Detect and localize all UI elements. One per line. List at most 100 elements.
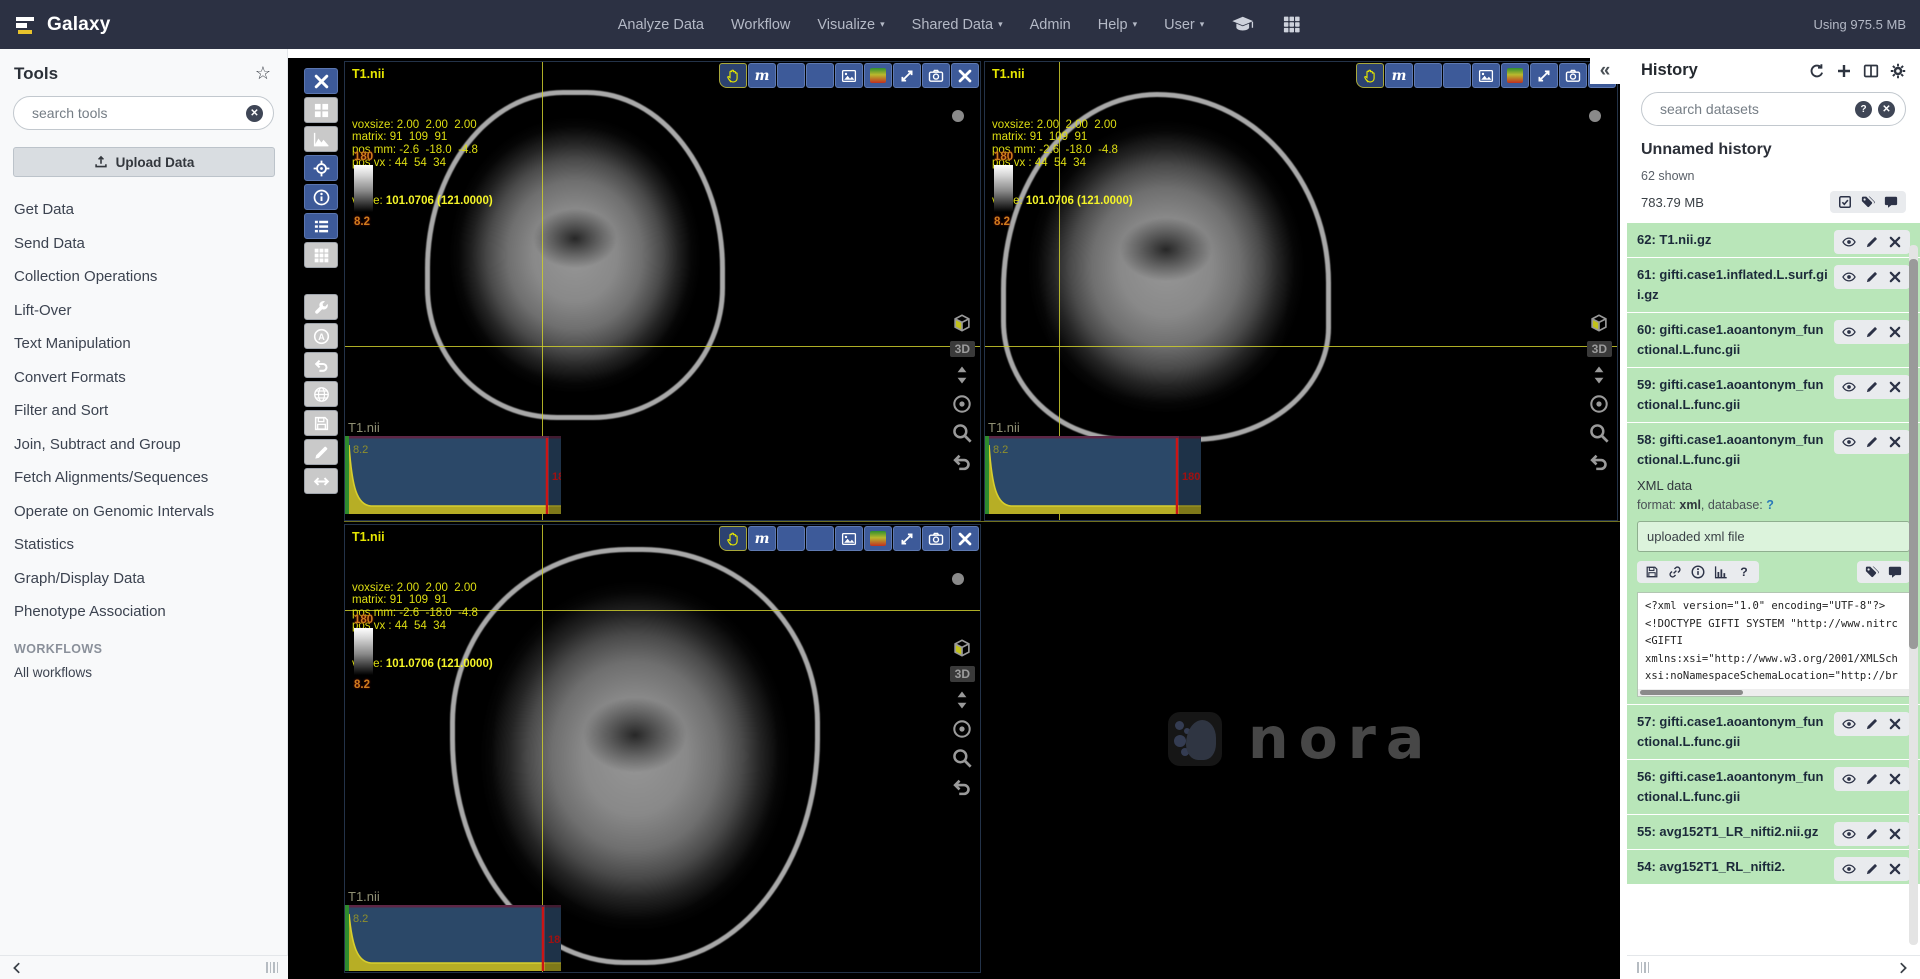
dataset-title[interactable]: 59: gifti.case1.aoantonym_functional.L.f… xyxy=(1637,377,1823,412)
visualize-chart-icon[interactable] xyxy=(1714,565,1728,579)
intensity-histogram[interactable]: T1.nii 8.2 180 xyxy=(985,420,1201,519)
copy-link-icon[interactable] xyxy=(1668,565,1682,579)
nav-item-analyze-data[interactable]: Analyze Data xyxy=(618,17,704,33)
dataset-title[interactable]: 55: avg152T1_LR_nifti2.nii.gz xyxy=(1637,824,1818,839)
history-new-plus-icon[interactable] xyxy=(1836,63,1852,79)
edit-pencil-icon[interactable] xyxy=(1865,235,1879,249)
tool-category-text-manipulation[interactable]: Text Manipulation xyxy=(14,327,287,361)
intensity-histogram[interactable]: T1.nii 8.2 180 xyxy=(345,889,561,973)
viewer-panel-axial[interactable]: T1.nii m voxsize: 2.00 2.00 2.00matrix: … xyxy=(344,524,981,973)
display-eye-icon[interactable] xyxy=(1842,717,1856,731)
dataset-title[interactable]: 61: gifti.case1.inflated.L.surf.gii.gz xyxy=(1637,267,1828,302)
tool-category-get-data[interactable]: Get Data xyxy=(14,193,287,227)
tool-category-fetch-alignments-sequences[interactable]: Fetch Alignments/Sequences xyxy=(14,461,287,495)
edit-pencil-icon[interactable] xyxy=(1865,435,1879,449)
delete-x-icon[interactable] xyxy=(1888,235,1902,249)
history-dataset-card[interactable]: 60: gifti.case1.aoantonym_functional.L.f… xyxy=(1627,313,1920,367)
intensity-histogram[interactable]: T1.nii 8.2 180 xyxy=(345,420,561,519)
viewer-tool-histogram-button[interactable] xyxy=(304,126,338,152)
nav-item-visualize[interactable]: Visualize▾ xyxy=(817,17,884,33)
edit-pencil-icon[interactable] xyxy=(1865,862,1879,876)
panel-handle-dot[interactable] xyxy=(1589,110,1601,122)
favorites-star-icon[interactable]: ☆ xyxy=(255,63,271,84)
viewer-tool-save-button[interactable] xyxy=(304,410,338,436)
delete-x-icon[interactable] xyxy=(1888,862,1902,876)
panel-pan-hand-button[interactable] xyxy=(1356,63,1384,88)
nav-item-admin[interactable]: Admin xyxy=(1030,17,1071,33)
history-tags-icon[interactable] xyxy=(1861,195,1875,209)
reset-undo-icon[interactable] xyxy=(1588,451,1610,473)
panel-cube-3d-button[interactable] xyxy=(806,526,834,551)
nav-apps-grid-icon[interactable] xyxy=(1280,15,1302,34)
history-dataset-card[interactable]: 55: avg152T1_LR_nifti2.nii.gz xyxy=(1627,815,1920,849)
tool-category-send-data[interactable]: Send Data xyxy=(14,227,287,261)
dataset-peek[interactable]: <?xml version="1.0" encoding="UTF-8"?><!… xyxy=(1637,592,1910,697)
collapse-right-chevron-icon[interactable] xyxy=(1896,961,1910,975)
display-eye-icon[interactable] xyxy=(1842,827,1856,841)
viewer-tool-info-button[interactable] xyxy=(304,184,338,210)
delete-x-icon[interactable] xyxy=(1888,270,1902,284)
dataset-title[interactable]: 54: avg152T1_RL_nifti2. xyxy=(1637,859,1785,874)
viewer-tool-close-button[interactable] xyxy=(304,68,338,94)
dataset-search-input[interactable] xyxy=(1658,100,1855,118)
nav-item-user[interactable]: User▾ xyxy=(1164,17,1204,33)
help-question-icon[interactable]: ? xyxy=(1737,565,1751,579)
display-eye-icon[interactable] xyxy=(1842,772,1856,786)
edit-pencil-icon[interactable] xyxy=(1865,325,1879,339)
viewer-tool-undo-button[interactable] xyxy=(304,352,338,378)
dataset-info-icon[interactable] xyxy=(1691,565,1705,579)
dataset-annotation-comment-icon[interactable] xyxy=(1888,565,1902,579)
panel-measure-button[interactable]: m xyxy=(748,526,776,551)
edit-pencil-icon[interactable] xyxy=(1865,380,1879,394)
panel-fullscreen-expand-button[interactable] xyxy=(893,526,921,551)
display-eye-icon[interactable] xyxy=(1842,325,1856,339)
intensity-colorbar[interactable] xyxy=(354,165,373,212)
advanced-search-help-icon[interactable]: ? xyxy=(1855,101,1872,118)
record-circle-dot-icon[interactable] xyxy=(951,718,973,740)
sidebar-item-all-workflows[interactable]: All workflows xyxy=(14,665,287,680)
display-eye-icon[interactable] xyxy=(1842,435,1856,449)
history-dataset-card[interactable]: 57: gifti.case1.aoantonym_functional.L.f… xyxy=(1627,705,1920,759)
history-scrollbar[interactable] xyxy=(1909,245,1918,945)
usage-quota[interactable]: Using 975.5 MB xyxy=(1814,17,1907,32)
panel-handle-dot[interactable] xyxy=(952,110,964,122)
slice-updown-icon[interactable] xyxy=(1588,364,1610,386)
intensity-colorbar[interactable] xyxy=(994,165,1013,212)
viewer-tool-globe-button[interactable] xyxy=(304,381,338,407)
dataset-title[interactable]: 57: gifti.case1.aoantonym_functional.L.f… xyxy=(1637,714,1823,749)
history-dataset-card[interactable]: 62: T1.nii.gz xyxy=(1627,223,1920,257)
peek-horizontal-scrollbar[interactable] xyxy=(1638,689,1909,696)
dataset-tags-icon[interactable] xyxy=(1865,565,1879,579)
viewer-tool-wrench-button[interactable] xyxy=(304,294,338,320)
galaxy-brand[interactable]: Galaxy xyxy=(0,14,111,36)
delete-x-icon[interactable] xyxy=(1888,380,1902,394)
panel-close-button[interactable] xyxy=(951,63,979,88)
panel-camera-button[interactable] xyxy=(922,63,950,88)
delete-x-icon[interactable] xyxy=(1888,435,1902,449)
panel-snapshot-image-button[interactable] xyxy=(835,526,863,551)
panel-pan-hand-button[interactable] xyxy=(719,526,747,551)
cube-3d-icon[interactable] xyxy=(1588,312,1610,334)
display-eye-icon[interactable] xyxy=(1842,380,1856,394)
panel-colormap-button[interactable] xyxy=(1501,63,1529,88)
peek-scrollbar-thumb[interactable] xyxy=(1640,690,1743,695)
history-size[interactable]: 783.79 MB xyxy=(1641,195,1704,210)
viewer-tool-atlas-button[interactable]: A xyxy=(304,323,338,349)
history-scrollbar-thumb[interactable] xyxy=(1909,259,1918,649)
intensity-colorbar[interactable] xyxy=(354,628,373,675)
panel-pan-hand-button[interactable] xyxy=(719,63,747,88)
panel-snapshot-image-button[interactable] xyxy=(835,63,863,88)
zoom-magnifier-icon[interactable] xyxy=(1588,422,1610,444)
clear-search-icon[interactable]: ✕ xyxy=(246,105,263,122)
history-name[interactable]: Unnamed history xyxy=(1641,141,1906,159)
tool-category-phenotype-association[interactable]: Phenotype Association xyxy=(14,595,287,629)
panel-fullscreen-expand-button[interactable] xyxy=(1530,63,1558,88)
delete-x-icon[interactable] xyxy=(1888,827,1902,841)
tool-category-convert-formats[interactable]: Convert Formats xyxy=(14,361,287,395)
panel-close-button[interactable] xyxy=(951,526,979,551)
panel-snapshot-image-button[interactable] xyxy=(1472,63,1500,88)
record-circle-dot-icon[interactable] xyxy=(1588,393,1610,415)
select-items-checkbox-icon[interactable] xyxy=(1838,195,1852,209)
panel-fullscreen-expand-button[interactable] xyxy=(893,63,921,88)
edit-pencil-icon[interactable] xyxy=(1865,717,1879,731)
